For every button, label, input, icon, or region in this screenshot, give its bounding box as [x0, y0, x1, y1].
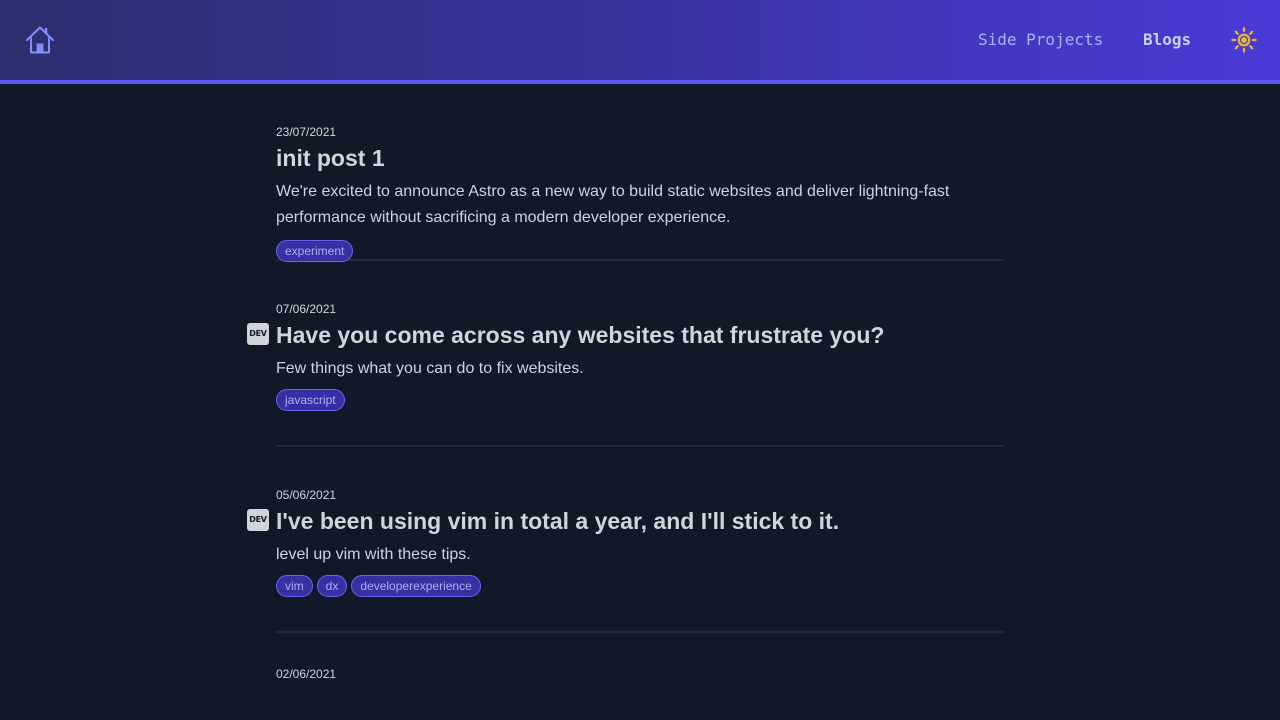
- tag-experiment[interactable]: experiment: [276, 240, 354, 262]
- post-description: level up vim with these tips.: [276, 546, 471, 563]
- tag-vim[interactable]: vim: [276, 575, 313, 597]
- post-tags: experiment: [276, 240, 1004, 262]
- theme-toggle-button[interactable]: [1231, 27, 1257, 53]
- home-icon: [26, 26, 54, 54]
- blog-post-list: 23/07/2021 init post 1 We're excited to …: [247, 84, 1004, 682]
- home-link[interactable]: [24, 24, 56, 56]
- blog-post: 07/06/2021 DEV Have you come across any …: [247, 261, 1004, 447]
- post-date: 05/06/2021: [276, 488, 337, 502]
- tag-developerexperience[interactable]: developerexperience: [351, 575, 481, 597]
- blog-post: 02/06/2021: [276, 633, 1004, 682]
- blog-post: 05/06/2021 DEV I've been using vim in to…: [247, 447, 1004, 633]
- post-title[interactable]: init post 1: [276, 142, 1004, 174]
- dev-to-badge-icon: DEV: [247, 323, 269, 345]
- top-navbar: Side Projects Blogs: [0, 0, 1280, 84]
- tag-dx[interactable]: dx: [316, 575, 348, 597]
- nav-side-projects[interactable]: Side Projects: [978, 30, 1103, 49]
- post-date: 02/06/2021: [276, 667, 337, 681]
- sun-icon: [1231, 27, 1257, 53]
- blog-post: 23/07/2021 init post 1 We're excited to …: [276, 84, 1004, 262]
- post-date: 23/07/2021: [276, 125, 337, 139]
- post-tags: javascript: [276, 389, 1004, 411]
- post-date: 07/06/2021: [276, 302, 337, 316]
- post-title[interactable]: I've been using vim in total a year, and…: [276, 505, 1004, 537]
- post-title[interactable]: Have you come across any websites that f…: [276, 319, 1004, 351]
- nav-blogs[interactable]: Blogs: [1143, 30, 1191, 49]
- dev-to-badge-icon: DEV: [247, 509, 269, 531]
- post-description: We're excited to announce Astro as a new…: [276, 183, 950, 226]
- post-description: Few things what you can do to fix websit…: [276, 360, 584, 377]
- post-tags: vim dx developerexperience: [276, 575, 1004, 597]
- tag-javascript[interactable]: javascript: [276, 389, 345, 411]
